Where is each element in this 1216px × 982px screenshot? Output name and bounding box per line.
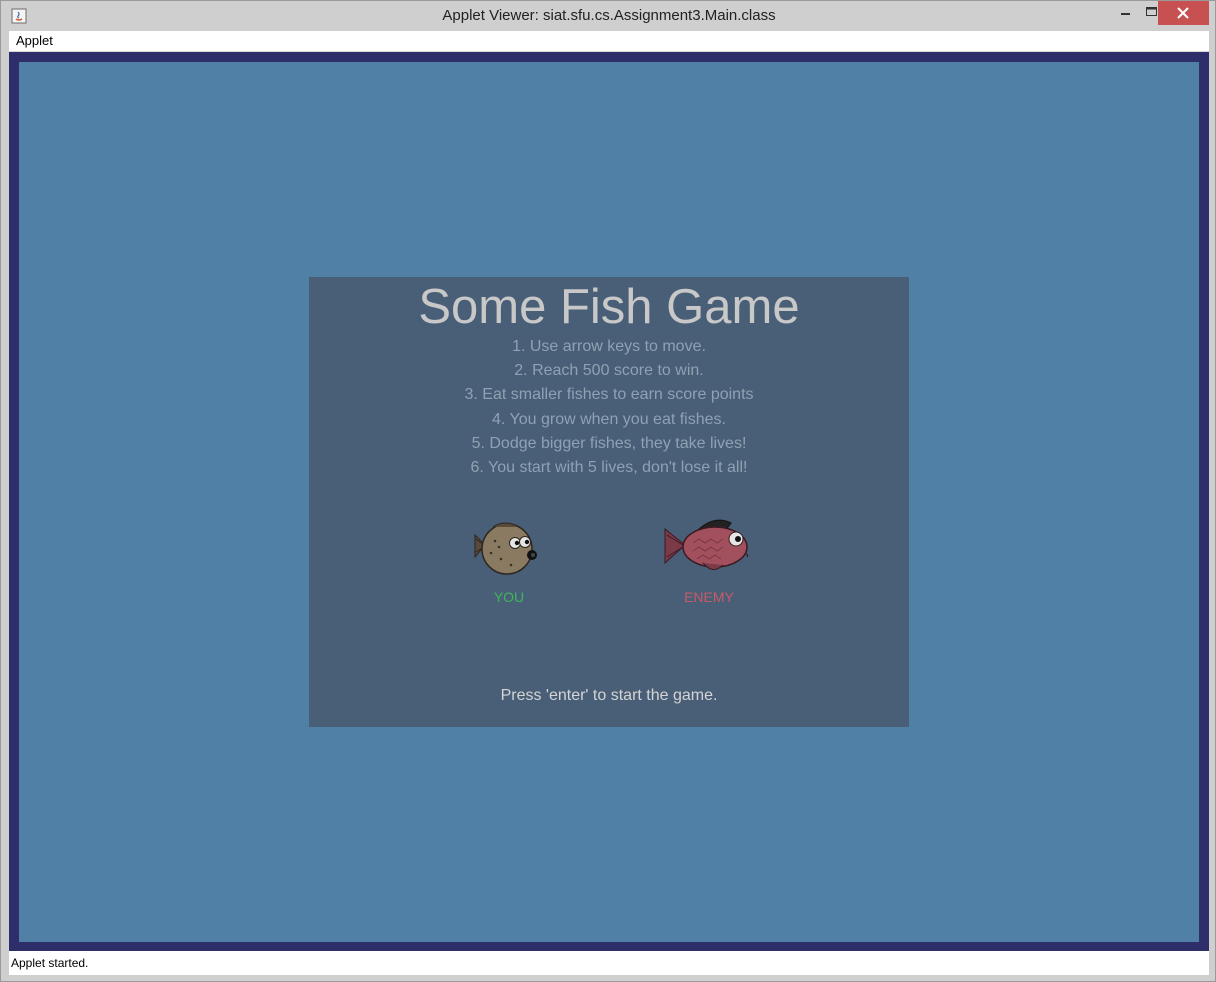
enemy-fish-icon [664,519,749,570]
instructions-list: 1. Use arrow keys to move. 2. Reach 500 … [309,335,909,480]
you-label: YOU [493,589,525,605]
instruction-item: 1. Use arrow keys to move. [512,338,706,355]
instruction-item: 6. You start with 5 lives, don't lose it… [470,458,748,476]
enemy-label: ENEMY [684,589,734,605]
status-bar: Applet started. [9,951,1209,975]
instruction-item: 4. You grow when you eat fishes. [492,410,726,428]
status-text: Applet started. [11,956,89,970]
game-title: Some Fish Game [418,280,800,334]
applet-viewer-window: Applet Viewer: siat.sfu.cs.Assignment3.M… [0,0,1216,982]
start-prompt: Press 'enter' to start the game. [500,687,718,704]
game-canvas[interactable]: Some Fish Game 1. Use arrow keys to move… [19,62,1199,942]
menu-bar: Applet [9,31,1209,52]
start-panel: Some Fish Game 1. Use arrow keys to move… [309,277,909,727]
instruction-item: 3. Eat smaller fishes to earn score poin… [464,386,754,404]
instruction-item: 5. Dodge bigger fishes, they take lives! [471,434,747,452]
close-button[interactable] [1158,1,1209,25]
title-bar[interactable]: Applet Viewer: siat.sfu.cs.Assignment3.M… [1,1,1215,31]
instruction-item: 2. Reach 500 score to win. [514,362,704,380]
window-title: Applet Viewer: siat.sfu.cs.Assignment3.M… [442,7,776,24]
applet-border: Some Fish Game 1. Use arrow keys to move… [9,52,1209,951]
menu-applet[interactable]: Applet [16,33,53,48]
player-fish-icon [474,522,537,575]
close-icon [1177,7,1189,19]
